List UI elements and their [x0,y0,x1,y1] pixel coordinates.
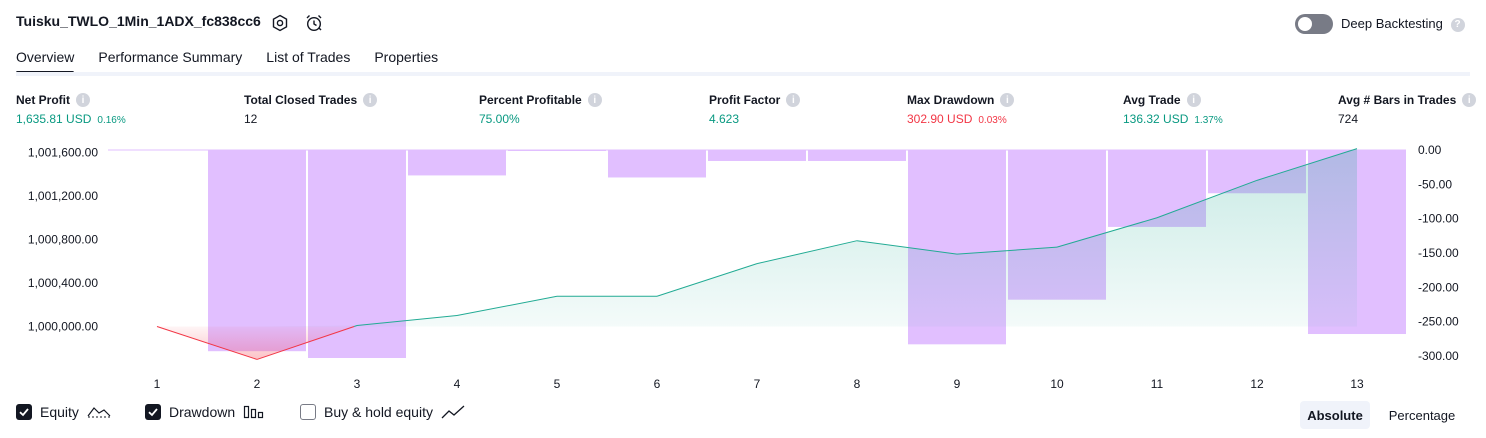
buy-hold-label: Buy & hold equity [324,404,433,420]
legend-drawdown[interactable]: Drawdown [145,404,265,420]
right-axis-tick-label: -300.00 [1418,349,1459,363]
drawdown-bar [708,150,806,161]
drawdown-label: Drawdown [169,404,236,420]
right-axis-tick-label: -100.00 [1418,212,1459,226]
left-axis: 1,000,000.00 1,000,400.00 1,000,800.00 1,00… [28,146,98,334]
deep-backtesting-help-icon[interactable]: ? [1450,17,1465,32]
metric-label: Percent Profitable [479,93,582,107]
metric-value: 724 [1338,112,1359,126]
metric-total-closed-trades: Total Closed Trades i 12 [244,93,378,126]
metric-label: Profit Factor [709,93,781,107]
tab-list-of-trades[interactable]: List of Trades [266,46,350,72]
metric-label: Net Profit [16,93,70,107]
x-axis-tick-label: 10 [1050,377,1064,391]
x-axis: 1 2 3 4 5 6 7 8 9 10 11 12 13 [154,377,1364,391]
legend-buy-hold[interactable]: Buy & hold equity [300,404,465,420]
left-axis-tick-label: 1,000,400.00 [28,276,98,290]
metric-label: Avg Trade [1123,93,1181,107]
drawdown-bar [608,150,706,178]
toggle-knob [1298,17,1312,31]
tabs-divider [16,72,1470,76]
metric-value: 12 [244,112,258,126]
x-axis-tick-label: 7 [754,377,761,391]
metric-percent: 0.03% [978,115,1007,126]
x-axis-tick-label: 3 [354,377,361,391]
absolute-mode-button[interactable]: Absolute [1300,401,1370,429]
equity-label: Equity [40,404,79,420]
drawdown-bar [408,150,506,176]
settings-gear-icon[interactable] [269,12,291,34]
deep-backtesting-label: Deep Backtesting [1341,16,1443,31]
metric-label: Max Drawdown [907,93,995,107]
drawdown-bar [508,150,606,151]
left-axis-tick-label: 1,000,000.00 [28,320,98,334]
info-icon[interactable]: i [1186,93,1201,107]
metric-percent-profitable: Percent Profitable i 75.00% [479,93,602,126]
info-icon[interactable]: i [1462,93,1477,107]
metric-value: 136.32 USD [1123,112,1189,126]
percentage-mode-button[interactable]: Percentage [1380,401,1464,429]
x-axis-tick-label: 2 [254,377,261,391]
x-axis-tick-label: 5 [554,377,561,391]
tab-overview[interactable]: Overview [16,46,75,74]
metric-avg-trade: Avg Trade i 136.32 USD 1.37% [1123,93,1223,126]
right-axis-tick-label: -200.00 [1418,280,1459,294]
tab-properties[interactable]: Properties [374,46,438,72]
metric-percent: 1.37% [1194,115,1223,126]
metric-avg-bars-in-trades: Avg # Bars in Trades i 724 [1338,93,1477,126]
alarm-clock-icon[interactable] [303,12,325,34]
info-icon[interactable]: i [363,93,378,107]
deep-backtesting-toggle[interactable] [1295,14,1333,34]
equity-checkbox[interactable] [16,404,32,420]
info-icon[interactable]: i [587,93,602,107]
tab-bar: Overview Performance Summary List of Tra… [16,46,438,74]
metric-label: Avg # Bars in Trades [1338,93,1457,107]
left-axis-tick-label: 1,000,800.00 [28,233,98,247]
equity-line-icon [87,407,111,418]
metric-net-profit: Net Profit i 1,635.81 USD 0.16% [16,93,126,126]
metric-profit-factor: Profit Factor i 4.623 [709,93,801,126]
equity-drawdown-chart[interactable]: 1,000,000.00 1,000,400.00 1,000,800.00 1,00… [0,140,1486,400]
x-axis-tick-label: 6 [654,377,661,391]
metric-label: Total Closed Trades [244,93,358,107]
metric-value: 1,635.81 USD [16,112,92,126]
x-axis-tick-label: 8 [854,377,861,391]
left-axis-tick-label: 1,001,600.00 [28,146,98,160]
right-axis-tick-label: -150.00 [1418,246,1459,260]
x-axis-tick-label: 11 [1151,377,1164,391]
metric-value: 302.90 USD [907,112,973,126]
legend-equity[interactable]: Equity [16,404,111,420]
info-icon[interactable]: i [786,93,801,107]
right-axis-tick-label: -50.00 [1418,177,1452,191]
x-axis-tick-label: 12 [1250,377,1264,391]
right-axis-tick-label: 0.00 [1418,143,1442,157]
x-axis-tick-label: 13 [1350,377,1364,391]
left-axis-tick-label: 1,001,200.00 [28,189,98,203]
drawdown-bar [208,150,306,352]
right-axis-tick-label: -250.00 [1418,315,1459,329]
deep-backtesting-row: Deep Backtesting ? [1341,16,1465,32]
metric-percent: 0.16% [97,115,126,126]
right-axis: 0.00 -50.00 -100.00 -150.00 -200.00 -250.00 -3… [1418,143,1459,363]
strategy-title: Tuisku_TWLO_1Min_1ADX_fc838cc6 [16,13,261,29]
drawdown-checkbox[interactable] [145,404,161,420]
x-axis-tick-label: 1 [154,377,161,391]
info-icon[interactable]: i [76,93,90,107]
metric-value: 75.00% [479,112,520,126]
drawdown-bars-icon [244,405,264,419]
x-axis-tick-label: 9 [954,377,961,391]
buy-hold-line-icon [441,405,465,419]
x-axis-tick-label: 4 [454,377,461,391]
metric-max-drawdown: Max Drawdown i 302.90 USD 0.03% [907,93,1015,126]
tab-performance-summary[interactable]: Performance Summary [98,46,242,72]
buy-hold-checkbox[interactable] [300,404,316,420]
drawdown-bar [808,150,906,161]
info-icon[interactable]: i [1000,93,1015,107]
metric-value: 4.623 [709,112,740,126]
